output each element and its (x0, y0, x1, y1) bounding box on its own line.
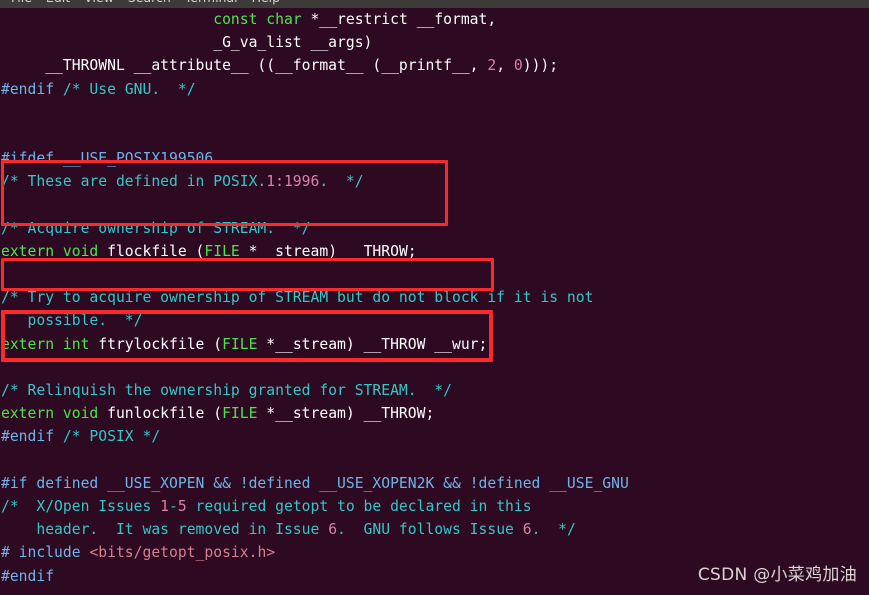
code-token: <bits/getopt_posix.h> (89, 544, 276, 562)
code-line (0, 124, 869, 147)
code-line: #if defined __USE_XOPEN && !defined __US… (0, 472, 869, 495)
code-token: #if defined __USE_XOPEN && !defined __US… (1, 474, 629, 492)
menu-item-file[interactable]: File (4, 0, 39, 8)
code-token: *__stream) __THROW __wur; (257, 335, 488, 353)
code-token: extern (1, 242, 55, 260)
code-token: /* Use GNU. */ (62, 80, 196, 98)
code-line: #ifdef __USE_POSIX199506 (0, 147, 869, 170)
code-token: ))); (522, 57, 559, 75)
code-token: FILE (222, 335, 258, 353)
code-line: const char *__restrict __format, (0, 8, 869, 31)
code-token: const (213, 11, 258, 28)
code-line (0, 194, 869, 217)
code-token: required getopt to be declared in this (186, 497, 532, 515)
code-token: flockfile ( (98, 242, 205, 260)
code-line (0, 356, 869, 379)
code-line: _G_va_list __args) (0, 31, 869, 54)
code-token: possible. */ (1, 312, 143, 330)
code-token: extern (1, 335, 55, 353)
code-line: /* Acquire ownership of STREAM. */ (0, 217, 869, 240)
code-line: /* These are defined in POSIX.1:1996. */ (0, 170, 869, 193)
code-line: /* X/Open Issues 1-5 required getopt to … (0, 495, 869, 518)
code-token: #endif (1, 80, 55, 98)
code-token: void (62, 242, 99, 260)
menu-item-view[interactable]: View (77, 0, 121, 8)
code-token: 1:1996 (266, 173, 320, 191)
code-token: *__stream) __THROW; (257, 405, 435, 423)
code-token: /* These are defined in POSIX. (1, 173, 267, 191)
code-token: FILE (204, 242, 240, 260)
code-token: - (169, 497, 178, 515)
code-token: . GNU follows Issue (337, 521, 523, 539)
menu-item-help[interactable]: Help (245, 0, 288, 8)
code-token: char (266, 11, 302, 28)
menu-bar: File Edit View Search Terminal Help (0, 0, 869, 8)
code-line: __THROWNL __attribute__ ((__format__ (__… (0, 54, 869, 77)
code-token: /* Relinquish the ownership granted for … (1, 382, 452, 399)
code-token: void (62, 405, 99, 423)
code-line: #endif /* POSIX */ (0, 425, 869, 448)
menu-item-terminal[interactable]: Terminal (178, 0, 245, 8)
code-token: FILE (222, 405, 258, 423)
code-token: int (62, 335, 90, 353)
code-token: /* Try to acquire ownership of STREAM bu… (1, 289, 594, 307)
code-token: . */ (319, 173, 364, 191)
code-token: #ifdef __USE_POSIX199506 (1, 150, 214, 168)
code-token: /* POSIX */ (62, 428, 161, 446)
code-line: possible. */ (0, 309, 869, 332)
code-token: , (496, 57, 514, 75)
code-line: extern int ftrylockfile (FILE *__stream)… (0, 333, 869, 356)
menu-item-search[interactable]: Search (121, 0, 178, 8)
code-token: # include (1, 544, 90, 562)
code-line: /* Try to acquire ownership of STREAM bu… (0, 286, 869, 309)
menu-item-edit[interactable]: Edit (39, 0, 77, 8)
code-token: /* Acquire ownership of STREAM. */ (1, 219, 311, 237)
code-line (0, 263, 869, 286)
code-line (0, 449, 869, 472)
terminal-window: File Edit View Search Terminal Help cons… (0, 0, 869, 595)
code-token: 2 (487, 57, 497, 75)
code-token: 5 (177, 497, 187, 515)
code-token: /* X/Open Issues (1, 497, 161, 515)
watermark-text: CSDN @小菜鸡加油 (697, 565, 857, 585)
code-line: header. It was removed in Issue 6. GNU f… (0, 518, 869, 541)
code-token: . */ (531, 521, 576, 539)
code-line (0, 588, 869, 595)
code-token: 6 (328, 521, 338, 539)
code-token: *__restrict __format, (301, 11, 497, 28)
code-token: #endif (1, 567, 55, 585)
code-line (0, 101, 869, 124)
code-token: _G_va_list __args) (1, 34, 373, 52)
code-token: __THROWNL __attribute__ ((__format__ (__… (1, 57, 488, 75)
code-token: 1 (160, 497, 170, 515)
code-token: ftrylockfile ( (89, 335, 223, 353)
code-token: 0 (513, 57, 523, 75)
code-token: extern (1, 405, 55, 423)
code-line: #endif /* Use GNU. */ (0, 78, 869, 101)
code-line: extern void flockfile (FILE *__stream) _… (0, 240, 869, 263)
code-line: /* Relinquish the ownership granted for … (0, 379, 869, 402)
code-line: extern void funlockfile (FILE *__stream)… (0, 402, 869, 425)
code-token: *__stream) __THROW; (239, 242, 417, 260)
code-token: #endif (1, 428, 55, 446)
code-token: 6 (522, 521, 532, 539)
code-token: funlockfile ( (98, 405, 223, 423)
code-token: header. It was removed in Issue (1, 521, 329, 539)
code-viewport[interactable]: const char *__restrict __format, _G_va_l… (0, 8, 869, 595)
